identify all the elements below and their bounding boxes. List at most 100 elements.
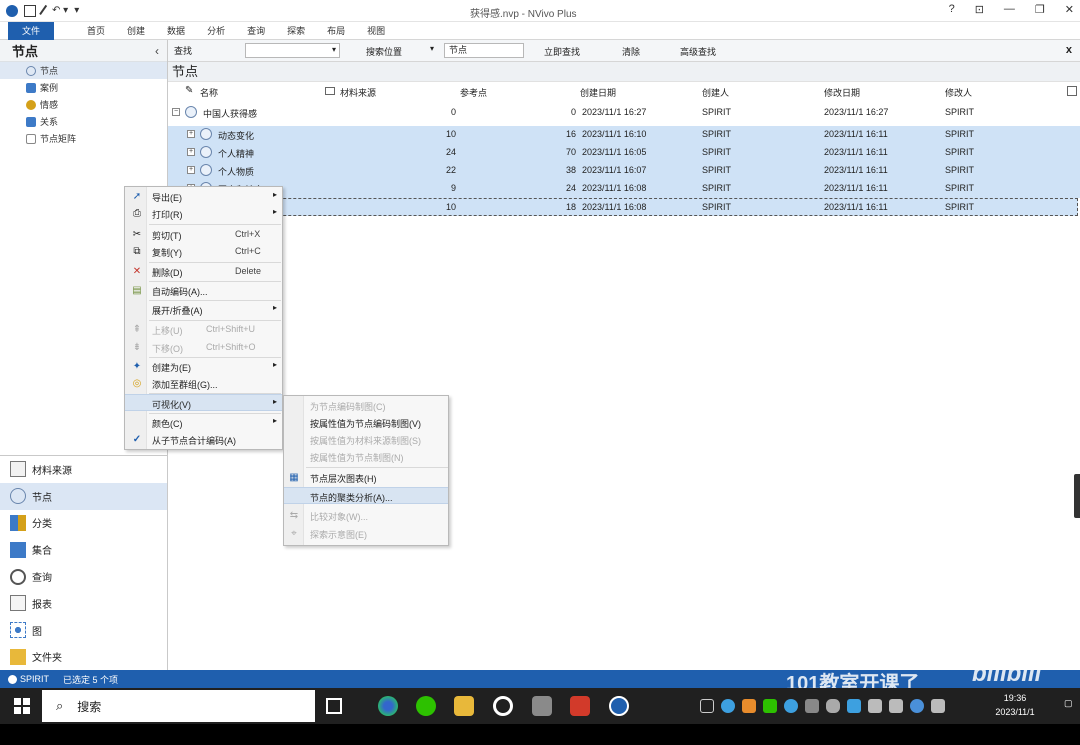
menu-item-color[interactable]: 颜色(C) ▸ <box>125 414 282 431</box>
app-tray-icon[interactable] <box>742 699 756 713</box>
submenu-item-chart-nodes-by-attribute[interactable]: 按属性值为节点制图(N) <box>284 448 448 465</box>
undo-icon[interactable]: ↶ ▾ <box>52 5 68 16</box>
column-chooser-icon[interactable] <box>1067 86 1077 96</box>
app-icon[interactable] <box>532 696 552 716</box>
tab-file[interactable]: 文件 <box>8 21 55 40</box>
grid-icon[interactable] <box>700 699 714 713</box>
edge-panel-handle[interactable] <box>1074 474 1080 518</box>
column-header-created-by[interactable]: 创建人 <box>702 86 729 99</box>
column-header-references[interactable]: 参考点 <box>460 86 487 99</box>
column-header-files[interactable]: 材料来源 <box>340 86 376 99</box>
file-explorer-icon[interactable] <box>454 696 474 716</box>
sync-icon[interactable] <box>910 699 924 713</box>
customize-toolbar-icon[interactable]: ▾ <box>74 5 79 16</box>
tab-data[interactable]: 数据 <box>156 22 196 40</box>
find-now-button[interactable]: 立即查找 <box>544 45 580 58</box>
clear-button[interactable]: 清除 <box>622 45 640 58</box>
tab-explore[interactable]: 探索 <box>276 22 316 40</box>
tab-analyze[interactable]: 分析 <box>196 22 236 40</box>
submenu-item-explore-diagram[interactable]: ⌖ 探索示意图(E) <box>284 525 448 542</box>
help-button[interactable]: ? <box>949 3 955 16</box>
tree-item-relationships[interactable]: 关系 <box>0 113 167 130</box>
search-in-dropdown-icon[interactable]: ▾ <box>430 44 434 53</box>
task-view-icon[interactable] <box>326 698 342 714</box>
nav-button-collections[interactable]: 集合 <box>0 536 167 563</box>
submenu-item-comparison-diagram[interactable]: ⇆ 比较对象(W)... <box>284 507 448 524</box>
menu-item-export[interactable]: ➚ 导出(E) ▸ <box>125 188 282 205</box>
column-header-name[interactable]: 名称 <box>200 86 218 99</box>
tree-item-nodes[interactable]: 节点 <box>0 62 167 79</box>
taskbar-search[interactable]: ⌕ 搜索 <box>42 690 315 722</box>
notification-icon[interactable]: ▢ <box>1064 698 1076 714</box>
tray-icon[interactable] <box>805 699 819 713</box>
menu-item-expand-collapse[interactable]: 展开/折叠(A) ▸ <box>125 301 282 318</box>
tree-item-cases[interactable]: 案例 <box>0 79 167 96</box>
tree-item-sentiment[interactable]: 情感 <box>0 96 167 113</box>
table-row[interactable]: − 中国人获得感 0 0 2023/11/1 16:27 SPIRIT 2023… <box>168 104 1080 122</box>
system-clock[interactable]: 19:36 2023/11/1 <box>982 691 1048 719</box>
advanced-find-button[interactable]: 高级查找 <box>680 45 716 58</box>
wechat-tray-icon[interactable] <box>763 699 777 713</box>
nvivo-taskbar-icon[interactable] <box>609 696 629 716</box>
table-row[interactable]: + 个人物质 22 38 2023/11/1 16:07 SPIRIT 2023… <box>168 162 1080 180</box>
chevron-down-icon[interactable]: ▾ <box>332 45 336 54</box>
menu-item-autocode[interactable]: ▤ 自动编码(A)... <box>125 282 282 299</box>
cloud-icon[interactable] <box>721 699 735 713</box>
submenu-item-chart-node-coding[interactable]: 为节点编码制图(C) <box>284 397 448 414</box>
submenu-item-chart-sources-by-attribute[interactable]: 按属性值为材料来源制图(S) <box>284 431 448 448</box>
wps-icon[interactable] <box>570 696 590 716</box>
menu-item-cut[interactable]: ✂ 剪切(T) Ctrl+X <box>125 226 282 243</box>
menu-item-delete[interactable]: ✕ 删除(D) Delete <box>125 263 282 280</box>
browser-tray-icon[interactable] <box>784 699 798 713</box>
nav-button-reports[interactable]: 报表 <box>0 590 167 617</box>
tab-layout[interactable]: 布局 <box>316 22 356 40</box>
tab-query[interactable]: 查询 <box>236 22 276 40</box>
menu-item-move-up[interactable]: ⇞ 上移(U) Ctrl+Shift+U <box>125 321 282 338</box>
nav-button-sources[interactable]: 材料来源 <box>0 456 167 483</box>
tab-view[interactable]: 视图 <box>356 22 396 40</box>
save-icon[interactable] <box>24 4 36 17</box>
volume-icon[interactable] <box>889 699 903 713</box>
menu-item-visualize[interactable]: 可视化(V) ▸ <box>125 394 282 411</box>
menu-item-create-as[interactable]: ✦ 创建为(E) ▸ <box>125 358 282 375</box>
nav-button-queries[interactable]: 查询 <box>0 563 167 590</box>
microphone-icon[interactable] <box>826 699 840 713</box>
submenu-item-chart-node-coding-by-attribute[interactable]: 按属性值为节点编码制图(V) <box>284 414 448 431</box>
menu-item-move-down[interactable]: ⇟ 下移(O) Ctrl+Shift+O <box>125 339 282 356</box>
collapse-icon[interactable]: − <box>172 108 180 116</box>
expand-icon[interactable]: + <box>187 166 195 174</box>
table-row[interactable]: 10 18 2023/11/1 16:08 SPIRIT 2023/11/1 1… <box>168 198 1078 216</box>
wechat-icon[interactable] <box>416 696 436 716</box>
start-button[interactable] <box>14 698 30 714</box>
tab-create[interactable]: 创建 <box>116 22 156 40</box>
tray-icon[interactable] <box>847 699 861 713</box>
nav-button-nodes[interactable]: 节点 <box>0 482 167 510</box>
menu-item-copy[interactable]: ⧉ 复制(Y) Ctrl+C <box>125 243 282 260</box>
column-header-modified-by[interactable]: 修改人 <box>945 86 972 99</box>
submenu-item-cluster-analysis[interactable]: 节点的聚类分析(A)... <box>284 487 448 504</box>
column-header-modified-on[interactable]: 修改日期 <box>824 86 860 99</box>
edit-icon[interactable] <box>39 4 49 17</box>
restore-button[interactable]: ❐ <box>1035 3 1045 16</box>
pen-icon[interactable] <box>931 699 945 713</box>
close-window-button[interactable]: ✕ <box>1065 3 1074 16</box>
tab-home[interactable]: 首页 <box>76 22 116 40</box>
menu-item-aggregate-coding[interactable]: ✓ 从子节点合计编码(A) <box>125 431 282 448</box>
submenu-item-node-hierarchy-chart[interactable]: ▦ 节点层次图表(H) <box>284 469 448 486</box>
table-row[interactable]: + 个人精神 24 70 2023/11/1 16:05 SPIRIT 2023… <box>168 144 1080 162</box>
menu-item-print[interactable]: ⎙ 打印(R) ▸ <box>125 205 282 222</box>
expand-icon[interactable]: + <box>187 148 195 156</box>
edge-icon[interactable] <box>378 696 398 716</box>
table-row[interactable]: + 国家和社会 9 24 2023/11/1 16:08 SPIRIT 2023… <box>168 180 1080 198</box>
table-row[interactable]: + 动态变化 10 16 2023/11/1 16:10 SPIRIT 2023… <box>168 126 1080 144</box>
ribbon-display-button[interactable]: ⊡ <box>975 3 984 16</box>
wifi-icon[interactable] <box>868 699 882 713</box>
find-input[interactable]: ▾ <box>245 43 340 58</box>
column-header-created-on[interactable]: 创建日期 <box>580 86 616 99</box>
tree-item-node-matrices[interactable]: 节点矩阵 <box>0 130 167 147</box>
collapse-pane-icon[interactable]: ‹ <box>155 44 159 58</box>
menu-item-add-to-group[interactable]: ◎ 添加至群组(G)... <box>125 375 282 392</box>
nav-button-folders[interactable]: 文件夹 <box>0 644 167 671</box>
search-app-icon[interactable] <box>493 696 513 716</box>
search-in-field[interactable]: 节点 <box>444 43 524 58</box>
